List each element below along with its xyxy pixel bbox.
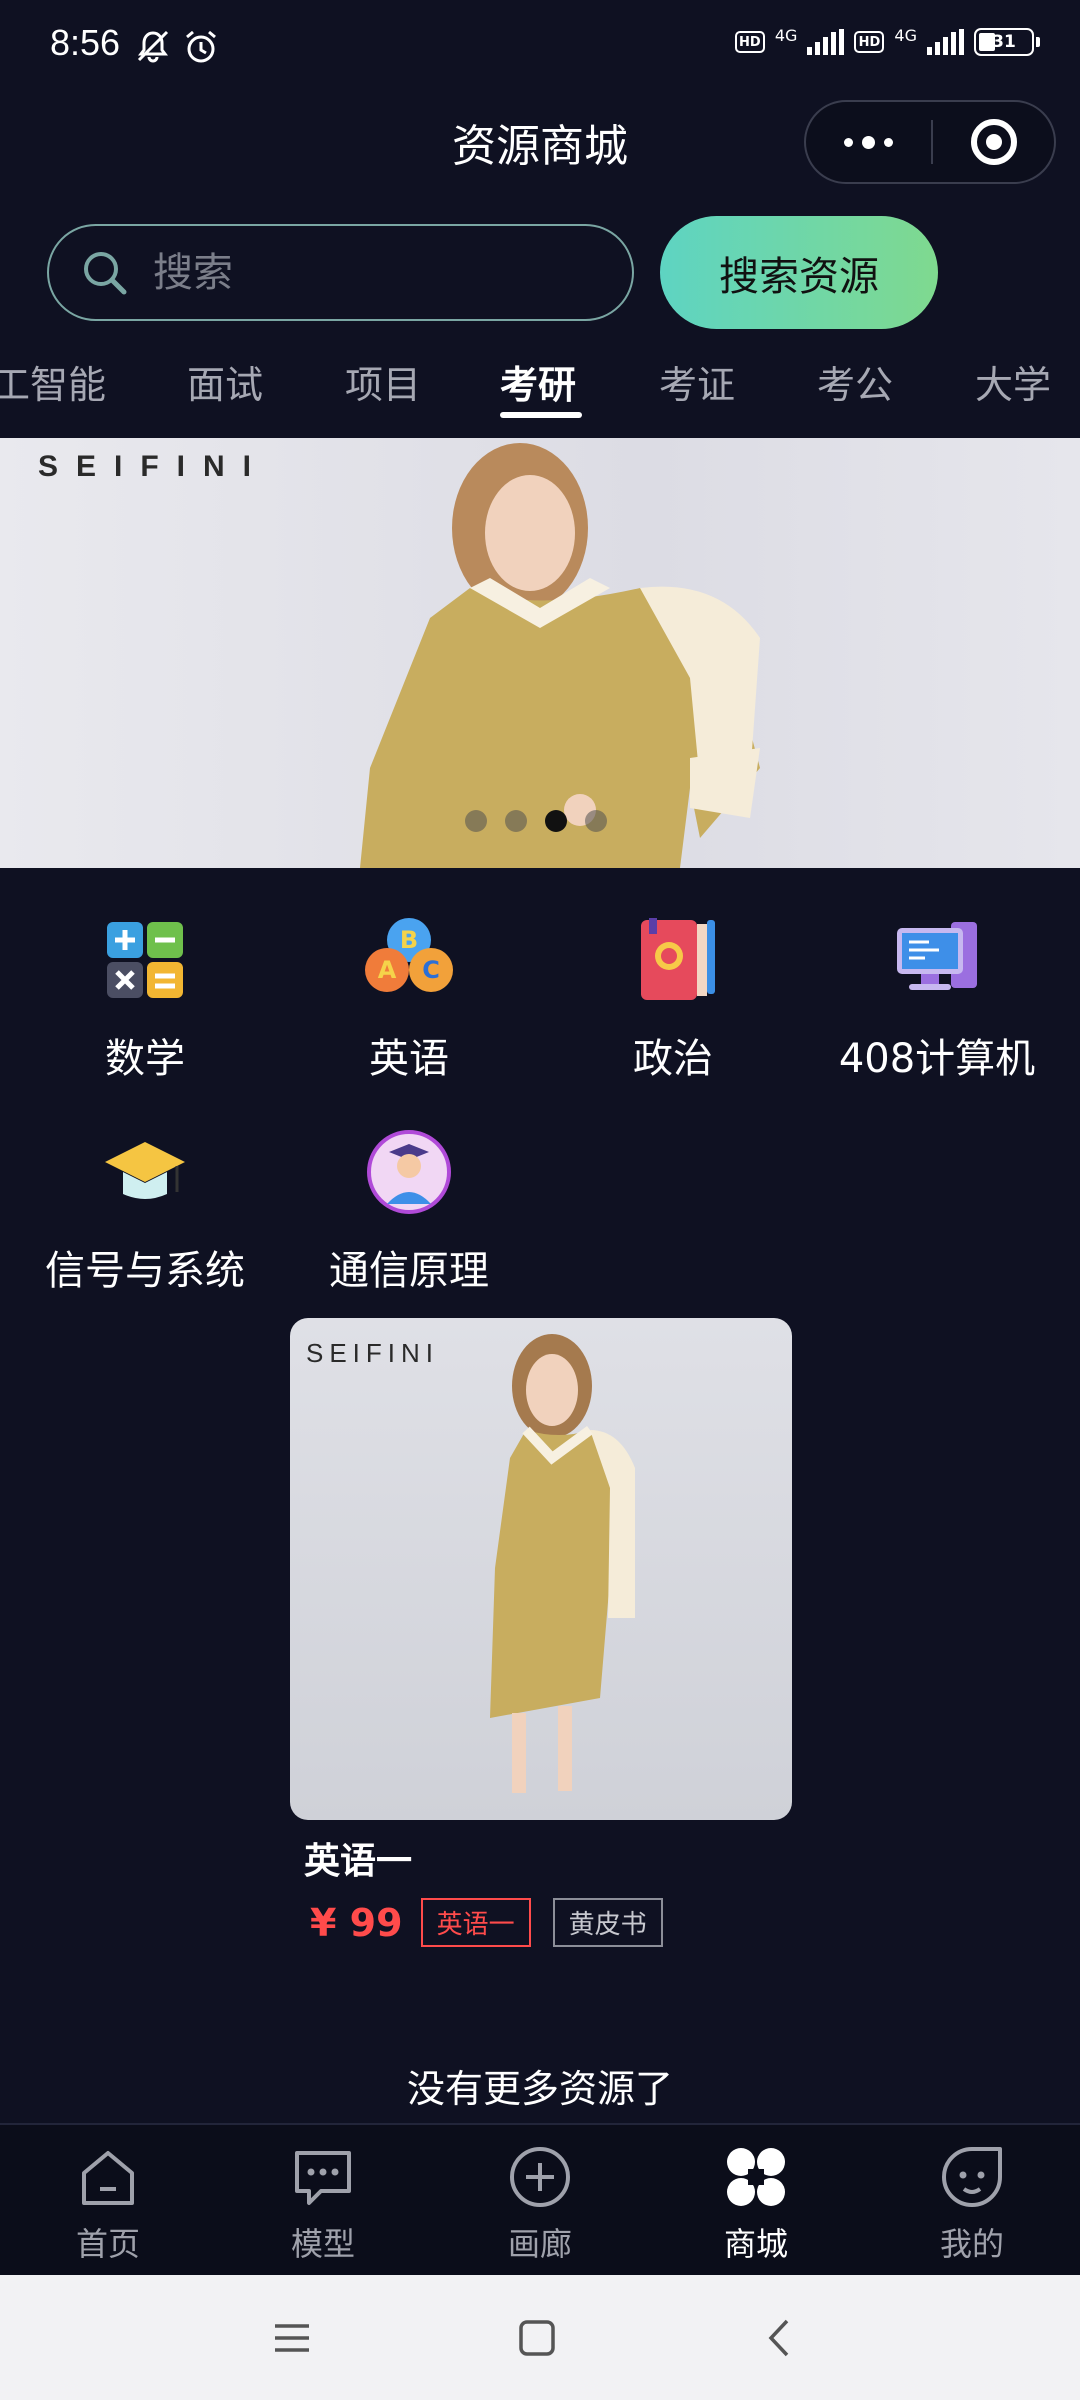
bottom-navigation: 首页 模型 画廊 商城 我的 [0,2123,1080,2275]
calculator-icon [107,922,183,998]
svg-text:C: C [422,956,440,984]
product-price: ¥ 99 [310,1900,403,1945]
grid-icon [727,2148,785,2206]
face-icon [942,2147,1002,2207]
subject-label: 408计算机 [838,1036,1036,1082]
product-card[interactable]: SEIFINI 英语一 ¥ 99 英语一 黄皮书 [290,1318,792,1947]
tab-project[interactable]: 项目 [345,354,421,409]
target-icon [970,119,1017,165]
subject-communication-principles[interactable]: 通信原理 [294,1122,524,1296]
plus-circle-icon [510,2147,570,2207]
network-type: 4G [774,26,798,45]
graduation-cap-icon [105,1142,185,1199]
back-icon[interactable] [755,2313,805,2363]
carousel-dot[interactable] [465,810,487,832]
home-icon [82,2151,134,2205]
search-box[interactable] [47,224,634,321]
nav-gallery[interactable]: 画廊 [465,2145,615,2265]
search-resources-button[interactable]: 搜索资源 [660,216,938,329]
product-tag: 英语一 [420,1898,531,1947]
tab-postgraduate[interactable]: 考研 [500,354,576,409]
nav-store[interactable]: 商城 [681,2145,831,2265]
search-icon [84,251,127,294]
subject-label: 通信原理 [329,1248,489,1294]
carousel-dot[interactable] [505,810,527,832]
subject-english[interactable]: B A C 英语 [294,910,524,1084]
subject-label: 数学 [105,1036,185,1082]
product-model-image [490,1334,635,1793]
signal-icon [807,29,845,55]
nav-label: 商城 [723,2225,788,2263]
subject-math[interactable]: 数学 [30,910,260,1084]
carousel-dot-active[interactable] [545,810,567,832]
status-bar: 8:56 HD 4G HD 4G 31 [0,0,1080,92]
close-mini-program-button[interactable] [933,102,1054,182]
battery-icon: 31 [974,28,1040,56]
battery-level: 31 [992,32,1016,52]
subject-label: 信号与系统 [45,1248,245,1294]
subject-label: 政治 [633,1036,713,1082]
nav-home[interactable]: 首页 [33,2145,183,2265]
banner-carousel[interactable]: SEIFINI [0,438,1080,868]
chat-icon [295,2151,351,2205]
subject-computer-408[interactable]: 408计算机 [822,910,1052,1084]
nav-label: 模型 [290,2225,355,2263]
home-square-icon[interactable] [512,2313,562,2363]
tab-certificate[interactable]: 考证 [659,354,735,409]
price-row: ¥ 99 英语一 黄皮书 [310,1898,792,1947]
nav-model[interactable]: 模型 [248,2145,398,2265]
svg-text:B: B [400,926,418,954]
carousel-dot[interactable] [585,810,607,832]
hd-icon: HD [734,31,765,53]
network-type: 4G [894,26,917,45]
product-image[interactable]: SEIFINI [290,1318,792,1820]
menu-icon[interactable] [267,2313,317,2363]
nav-mine[interactable]: 我的 [897,2145,1047,2265]
nav-label: 首页 [75,2225,140,2263]
system-navigation-bar [0,2275,1080,2400]
nav-label: 我的 [939,2225,1004,2263]
tab-interview[interactable]: 面试 [187,354,263,409]
banner-model-image [360,443,760,868]
computer-icon [897,922,977,990]
status-time: 8:56 [50,22,121,63]
mini-program-capsule [804,100,1056,184]
tab-university[interactable]: 大学 [975,354,1051,409]
student-avatar-icon [367,1130,451,1214]
signal-icon [927,29,964,55]
mute-bell-icon [137,30,169,63]
nav-label: 画廊 [507,2225,572,2263]
carousel-indicator [465,810,607,832]
more-menu-button[interactable] [806,102,931,182]
list-end-text: 没有更多资源了 [406,2067,673,2111]
svg-text:A: A [378,956,397,984]
subject-label: 英语 [369,1036,449,1082]
abc-balloons-icon: B A C [365,918,453,992]
subject-politics[interactable]: 政治 [558,910,788,1084]
category-tabs: 工智能 面试 项目 考研 考证 考公 大学 [0,350,1080,420]
hd-icon: HD [854,31,885,53]
search-input[interactable] [153,249,573,296]
product-name: 英语一 [304,1841,413,1882]
subject-signals-systems[interactable]: 信号与系统 [30,1122,260,1296]
tab-civil-service[interactable]: 考公 [817,354,893,409]
alarm-icon [186,30,216,63]
product-tag: 黄皮书 [552,1898,663,1947]
tab-ai[interactable]: 工智能 [0,354,106,409]
red-book-icon [641,918,715,1000]
active-tab-indicator [500,412,582,418]
